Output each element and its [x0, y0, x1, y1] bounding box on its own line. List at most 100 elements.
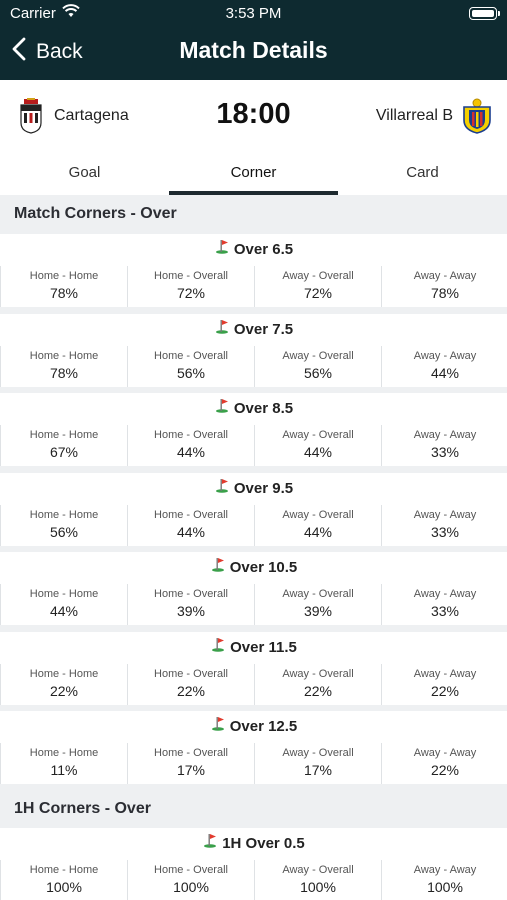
stat-cell-label: Home - Home	[29, 429, 99, 441]
stat-cell-value: 56%	[49, 523, 79, 540]
stat-cell: Home - Overall 56%	[128, 345, 254, 387]
stat-cell-label: Home - Overall	[154, 667, 228, 680]
stat-cell-label: Home - Overall	[154, 588, 228, 600]
stat-line-header: Over 11.5	[0, 631, 507, 664]
stat-line-header: Over 6.5	[0, 234, 507, 266]
stat-cell-value: 33%	[430, 603, 460, 619]
stat-cell-label: Away - Away	[413, 270, 477, 282]
stat-cell-label: Home - Overall	[154, 270, 228, 282]
stat-cell: Home - Home 11%	[1, 743, 127, 784]
stat-cell: Home - Overall 17%	[128, 743, 254, 784]
stat-cell-value: 11%	[50, 762, 78, 778]
stat-cell-label: Away - Overall	[282, 864, 354, 876]
stat-cell-label: Away - Away	[413, 864, 477, 876]
stat-line-header: Over 10.5	[0, 552, 507, 584]
stat-cell-label: Home - Home	[29, 270, 99, 282]
stat-cell: Home - Overall 44%	[128, 425, 254, 466]
stat-cell-value: 100%	[46, 879, 82, 895]
stat-cell-value: 72%	[303, 285, 333, 301]
status-bar: Carrier 3:53 PM	[0, 0, 507, 28]
stat-line-label: Over 7.5	[233, 320, 294, 338]
tab-card[interactable]: Card	[338, 162, 507, 195]
stat-cell-value: 17%	[176, 762, 206, 778]
stat-line-label: Over 9.5	[233, 479, 294, 497]
stat-cell-value: 56%	[303, 364, 333, 381]
stat-cell-label: Home - Home	[29, 747, 99, 759]
stat-line-label: 1H Over 0.5	[222, 835, 305, 852]
tab-corner[interactable]: Corner	[169, 162, 338, 195]
corner-flag-icon	[202, 828, 218, 859]
stat-card: 1H Over 0.5 Home - Home 100% Home - Overall…	[0, 828, 507, 900]
section-title-1h-corners: 1H Corners - Over	[14, 800, 151, 817]
stat-line-label: Over 10.5	[229, 559, 298, 576]
stat-cell: Home - Overall 100%	[128, 860, 254, 900]
stat-cell-label: Home - Overall	[154, 429, 228, 441]
stat-cell-label: Away - Overall	[282, 349, 354, 362]
navigation-bar: Carrier 3:53 PM Back Match Details	[0, 0, 507, 80]
stat-cell: Home - Home 67%	[1, 425, 127, 466]
stat-card: Over 10.5 Home - Home 44% Home - Overall 39%…	[0, 552, 507, 625]
stat-cell-label: Home - Overall	[154, 864, 228, 876]
stat-cell: Home - Home 78%	[1, 345, 127, 387]
stat-cell: Home - Home 56%	[1, 504, 127, 546]
away-team[interactable]: Villarreal B	[376, 98, 493, 134]
stat-cell: Away - Overall 56%	[255, 345, 381, 387]
stat-line-label: Over 8.5	[233, 400, 294, 417]
stat-cell-value: 44%	[303, 444, 333, 460]
stat-line-header: Over 12.5	[0, 711, 507, 743]
stat-line-header: Over 7.5	[0, 313, 507, 346]
stat-cell-label: Away - Away	[413, 667, 477, 680]
stat-cell-label: Away - Overall	[282, 747, 354, 759]
stat-cell: Home - Overall 44%	[128, 504, 254, 546]
stat-card: Over 6.5 Home - Home 78% Home - Overall 72% A…	[0, 234, 507, 307]
stat-line-label: Over 11.5	[230, 638, 297, 656]
stat-cell-value: 17%	[303, 762, 333, 778]
stat-cell: Away - Overall 17%	[255, 743, 381, 784]
corner-flag-icon	[214, 314, 230, 345]
stat-line-header: Over 8.5	[0, 393, 507, 425]
stat-cell: Home - Overall 39%	[128, 584, 254, 625]
corner-flag-icon	[214, 393, 230, 424]
stat-cell-label: Home - Overall	[154, 349, 228, 362]
stat-cell-value: 44%	[430, 364, 460, 381]
villarreal-crest-icon	[461, 98, 493, 134]
stat-cell-label: Away - Away	[413, 747, 477, 759]
stat-cell: Away - Overall 44%	[255, 504, 381, 546]
stat-cell: Away - Away 22%	[382, 743, 507, 784]
away-team-name: Villarreal B	[375, 107, 453, 124]
battery-icon	[469, 7, 500, 20]
match-header: Cartagena 18:00 Villarreal B Goal Corner…	[0, 80, 507, 195]
stat-cell-label: Home - Overall	[154, 747, 228, 759]
stat-card: Over 12.5 Home - Home 11% Home - Overall 17%…	[0, 711, 507, 784]
stat-line-label: Over 12.5	[229, 718, 298, 735]
stat-cell-label: Away - Overall	[282, 667, 354, 680]
tab-goal[interactable]: Goal	[0, 162, 169, 195]
stat-cell: Away - Away 33%	[382, 504, 507, 546]
stat-cell: Home - Home 78%	[1, 266, 127, 307]
stat-cell-label: Home - Home	[29, 667, 99, 680]
stat-card: Over 11.5 Home - Home 22% Home - Overall 22%…	[0, 631, 507, 705]
stat-line-header: Over 9.5	[0, 472, 507, 505]
stat-cell-label: Home - Home	[29, 864, 99, 876]
stat-card: Over 9.5 Home - Home 56% Home - Overall 44% A…	[0, 472, 507, 546]
stat-cell-label: Home - Overall	[154, 508, 228, 521]
stat-cell-value: 44%	[303, 523, 333, 540]
corner-flag-icon	[214, 473, 230, 504]
stat-cell-value: 22%	[176, 682, 206, 699]
stats-tabs: Goal Corner Card	[0, 162, 507, 195]
stat-cell-label: Away - Overall	[282, 508, 354, 521]
stat-cell-value: 22%	[430, 682, 460, 699]
stat-cell-value: 33%	[430, 523, 460, 540]
stat-cell: Away - Overall 100%	[255, 860, 381, 900]
stat-line-label: Over 6.5	[233, 241, 294, 258]
status-time: 3:53 PM	[225, 5, 282, 22]
stat-cell: Away - Overall 22%	[255, 663, 381, 705]
stat-cell-label: Away - Away	[413, 508, 477, 521]
stat-cell-value: 39%	[176, 603, 206, 619]
corner-flag-icon	[214, 234, 230, 265]
stat-cell-value: 44%	[176, 523, 206, 540]
stat-cell-value: 67%	[49, 444, 79, 460]
stat-cell-label: Away - Overall	[282, 429, 354, 441]
stat-cell: Away - Overall 39%	[255, 584, 381, 625]
stat-cell-label: Away - Away	[413, 588, 477, 600]
